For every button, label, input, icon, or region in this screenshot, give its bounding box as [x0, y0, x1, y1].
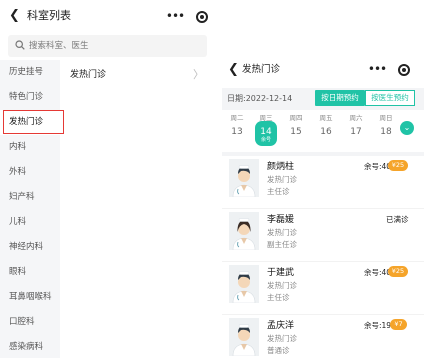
- selected-date: 日期:2022-12-14: [227, 94, 293, 103]
- day-weekday: 周五: [319, 114, 333, 122]
- book-by-date-button[interactable]: 按日期预约: [315, 90, 365, 106]
- day-status: 余号: [260, 137, 271, 143]
- search-placeholder: 搜索科室、医生: [29, 41, 89, 51]
- doctor-avatar: [229, 159, 259, 197]
- day-weekday: 周日: [379, 114, 393, 122]
- dept-item-internal[interactable]: 内科: [0, 135, 60, 160]
- back-icon[interactable]: ❮: [9, 8, 23, 24]
- dept-item-neurology[interactable]: 神经内科: [0, 235, 60, 260]
- chevron-right-icon: 〉: [193, 68, 204, 81]
- price-badge: ¥25: [388, 160, 408, 171]
- doctor-title: 主任诊: [267, 187, 290, 196]
- doctor-avatar: [229, 212, 259, 250]
- date-bar: 日期:2022-12-14 按日期预约 按医生预约: [222, 88, 424, 110]
- price-badge: ¥7: [390, 319, 407, 330]
- day-item[interactable]: 周六 17: [342, 112, 370, 148]
- week-selector: 周二 13 周三 14 余号 周四 15 周五 16 周六 17 周日 18 ⌄: [222, 112, 424, 152]
- doctor-title: 普通诊: [267, 346, 290, 355]
- day-weekday: 周二: [230, 114, 244, 122]
- dept-item-ent[interactable]: 耳鼻咽喉科: [0, 285, 60, 310]
- close-miniapp-icon[interactable]: [398, 64, 410, 76]
- day-weekday: 周四: [289, 114, 303, 122]
- remaining-slots: 余号:40: [364, 268, 392, 277]
- doctor-row[interactable]: 李磊媛 发热门诊 副主任诊 已满诊: [222, 209, 424, 262]
- day-number: 15: [290, 127, 302, 137]
- expand-calendar-icon[interactable]: ⌄: [400, 121, 414, 135]
- dept-item-special[interactable]: 特色门诊: [0, 85, 60, 110]
- department-sidebar: 历史挂号 特色门诊 发热门诊 内科 外科 妇产科 儿科 神经内科 眼科 耳鼻咽喉…: [0, 60, 60, 358]
- remaining-slots: 余号:19: [364, 321, 392, 330]
- doctor-department: 发热门诊: [267, 228, 297, 237]
- close-miniapp-icon[interactable]: [196, 11, 208, 23]
- dept-item-history[interactable]: 历史挂号: [0, 60, 60, 85]
- day-number: 16: [320, 127, 332, 137]
- day-item[interactable]: 周二 13: [223, 112, 251, 148]
- dept-item-pediatrics[interactable]: 儿科: [0, 210, 60, 235]
- dept-item-surgery[interactable]: 外科: [0, 160, 60, 185]
- doctor-title: 主任诊: [267, 293, 290, 302]
- doctor-department: 发热门诊: [267, 334, 297, 343]
- nav-bar: ❮ 发热门诊 •••: [222, 56, 424, 86]
- doctor-department: 发热门诊: [267, 175, 297, 184]
- doctor-row[interactable]: 颜炳柱 发热门诊 主任诊 余号:40 ¥25: [222, 156, 424, 209]
- day-number: 14: [260, 127, 272, 137]
- book-by-doctor-button[interactable]: 按医生预约: [365, 90, 415, 106]
- day-number: 18: [380, 127, 392, 137]
- search-icon: [15, 40, 25, 50]
- page-title: 科室列表: [27, 9, 71, 22]
- fever-clinic-screen: ❮ 发热门诊 ••• 日期:2022-12-14 按日期预约 按医生预约 周二 …: [222, 56, 424, 358]
- day-number: 13: [231, 127, 243, 137]
- sub-department-item[interactable]: 发热门诊 〉: [60, 60, 214, 90]
- dept-item-dental[interactable]: 口腔科: [0, 310, 60, 335]
- doctor-name: 孟庆洋: [267, 321, 295, 331]
- price-badge: ¥25: [388, 266, 408, 277]
- doctor-title: 副主任诊: [267, 240, 297, 249]
- miniapp-capsule: •••: [362, 60, 422, 80]
- back-icon[interactable]: ❮: [228, 62, 242, 78]
- dept-item-infectious[interactable]: 感染病科: [0, 335, 60, 358]
- sub-department-label: 发热门诊: [70, 70, 107, 80]
- day-item[interactable]: 周日 18: [372, 112, 400, 148]
- page-title: 发热门诊: [242, 64, 281, 75]
- doctor-department: 发热门诊: [267, 281, 297, 290]
- highlight-box: [3, 110, 64, 134]
- doctor-name: 李磊媛: [267, 215, 295, 225]
- day-item[interactable]: 周四 15: [282, 112, 310, 148]
- dept-item-obgyn[interactable]: 妇产科: [0, 185, 60, 210]
- day-item-selected[interactable]: 周三 14 余号: [252, 112, 280, 148]
- doctor-avatar: [229, 318, 259, 356]
- fully-booked-label: 已满诊: [386, 215, 409, 224]
- dept-item-ophthalmology[interactable]: 眼科: [0, 260, 60, 285]
- doctor-name: 颜炳柱: [267, 162, 295, 172]
- remaining-slots: 余号:40: [364, 162, 392, 171]
- day-weekday: 周六: [349, 114, 363, 122]
- day-item[interactable]: 周五 16: [312, 112, 340, 148]
- doctor-name: 于建武: [267, 268, 295, 278]
- miniapp-capsule: •••: [160, 7, 220, 27]
- more-icon[interactable]: •••: [160, 7, 190, 27]
- day-number: 17: [350, 127, 362, 137]
- doctor-avatar: [229, 265, 259, 303]
- search-input[interactable]: 搜索科室、医生: [8, 35, 207, 57]
- nav-bar: ❮ 科室列表 •••: [0, 0, 214, 34]
- more-icon[interactable]: •••: [362, 60, 392, 80]
- doctor-row[interactable]: 孟庆洋 发热门诊 普通诊 余号:19 ¥7: [222, 315, 424, 358]
- doctor-row[interactable]: 于建武 发热门诊 主任诊 余号:40 ¥25: [222, 262, 424, 315]
- department-list-screen: ❮ 科室列表 ••• 搜索科室、医生 历史挂号 特色门诊 发热门诊 内科 外科 …: [0, 0, 214, 358]
